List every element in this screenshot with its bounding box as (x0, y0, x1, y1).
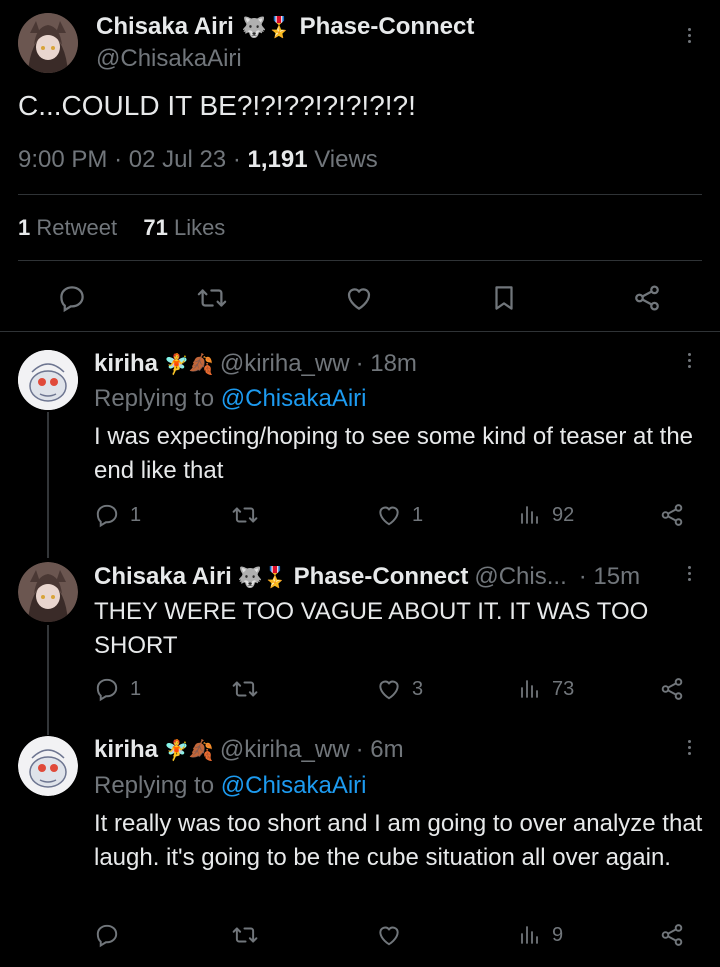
more-icon[interactable] (688, 566, 691, 581)
like-count: 3 (412, 677, 424, 700)
reply-time[interactable]: · 18m (356, 350, 417, 378)
meta-separator: · (114, 146, 123, 173)
reply-text: THEY WERE TOO VAGUE ABOUT IT. IT WAS TOO… (94, 598, 649, 659)
retweet-icon (232, 502, 258, 528)
author-name[interactable]: kiriha (94, 736, 158, 764)
engagement-stats: 1 Retweet 71 Likes (18, 215, 225, 241)
reply-count: 1 (130, 503, 142, 526)
views-button[interactable]: 73 (518, 676, 574, 702)
views-count: 1,191 (247, 146, 308, 173)
like-button[interactable]: 1 (376, 502, 423, 528)
author-emoji: 🐺🎖️ (237, 566, 288, 589)
author-name[interactable]: kiriha (94, 350, 158, 378)
views-button[interactable]: 9 (518, 922, 563, 948)
views-icon (518, 676, 542, 702)
more-icon[interactable] (688, 353, 691, 368)
divider (18, 260, 702, 261)
tweet-meta: 9:00 PM · 02 Jul 23 · 1,191 Views (18, 146, 378, 174)
avatar[interactable] (18, 736, 78, 796)
author-handle[interactable]: @kiriha_ww (220, 350, 350, 378)
author-affiliation[interactable]: Phase-Connect (300, 13, 475, 41)
reply-icon (94, 502, 120, 528)
retweet-icon (232, 922, 258, 948)
tweet-date[interactable]: 02 Jul 23 (129, 146, 226, 173)
views-icon (518, 502, 542, 528)
like-count: 1 (412, 503, 424, 526)
author-affiliation[interactable]: Phase-Connect (294, 563, 469, 591)
reply-button[interactable]: 1 (94, 502, 141, 528)
retweet-stat[interactable]: 1 Retweet (18, 215, 123, 240)
more-icon[interactable] (688, 740, 691, 755)
author-handle[interactable]: @Chis... (474, 563, 566, 591)
reply-text: It really was too short and I am going t… (94, 810, 703, 871)
likes-stat[interactable]: 71 Likes (143, 215, 225, 240)
share-icon[interactable] (659, 676, 685, 702)
tweet-text: C...COULD IT BE?!?!??!?!?!?!?! (18, 90, 416, 121)
retweet-button[interactable] (232, 676, 268, 702)
like-button[interactable] (376, 922, 412, 948)
views-icon (518, 922, 542, 948)
share-icon[interactable] (632, 283, 662, 313)
avatar[interactable] (18, 562, 78, 622)
author-emoji: 🧚🍂 (164, 739, 214, 762)
author-name[interactable]: Chisaka Airi (94, 563, 232, 591)
heart-icon (376, 502, 402, 528)
like-button[interactable]: 3 (376, 676, 423, 702)
more-icon[interactable] (688, 28, 691, 43)
author-handle[interactable]: @ChisakaAiri (96, 45, 242, 73)
retweet-icon (232, 676, 258, 702)
reply-text: I was expecting/hoping to see some kind … (94, 423, 694, 484)
avatar[interactable] (18, 350, 78, 410)
views-count: 73 (552, 677, 575, 700)
divider (18, 194, 702, 195)
reply-icon (94, 676, 120, 702)
replying-to: Replying to @ChisakaAiri (94, 772, 367, 799)
reply-time[interactable]: · 6m (356, 736, 404, 764)
reply-icon[interactable] (57, 283, 87, 313)
retweet-button[interactable] (232, 502, 268, 528)
author-name[interactable]: Chisaka Airi (96, 13, 234, 41)
avatar[interactable] (18, 13, 78, 73)
thread-line (47, 412, 49, 558)
reply-time[interactable]: · 15m (579, 563, 640, 591)
divider (0, 331, 720, 332)
share-icon[interactable] (659, 922, 685, 948)
author-emoji: 🐺🎖️ (241, 16, 292, 39)
replying-to-link[interactable]: @ChisakaAiri (221, 385, 367, 412)
views-button[interactable]: 92 (518, 502, 574, 528)
heart-icon[interactable] (344, 283, 374, 313)
reply-button[interactable]: 1 (94, 676, 141, 702)
bookmark-icon[interactable] (489, 283, 519, 313)
views-count: 9 (552, 923, 564, 946)
heart-icon (376, 676, 402, 702)
reply-button[interactable] (94, 922, 130, 948)
heart-icon (376, 922, 402, 948)
tweet-time[interactable]: 9:00 PM (18, 146, 107, 173)
thread-line (47, 625, 49, 735)
replying-to-link[interactable]: @ChisakaAiri (221, 772, 367, 799)
retweet-icon[interactable] (196, 283, 228, 313)
author-handle[interactable]: @kiriha_ww (220, 736, 350, 764)
reply-icon (94, 922, 120, 948)
reply-count: 1 (130, 677, 142, 700)
meta-separator: · (232, 146, 241, 173)
share-icon[interactable] (659, 502, 685, 528)
author-emoji: 🧚🍂 (164, 353, 214, 376)
views-label: Views (314, 146, 378, 173)
views-count: 92 (552, 503, 575, 526)
replying-to: Replying to @ChisakaAiri (94, 385, 367, 412)
retweet-button[interactable] (232, 922, 268, 948)
